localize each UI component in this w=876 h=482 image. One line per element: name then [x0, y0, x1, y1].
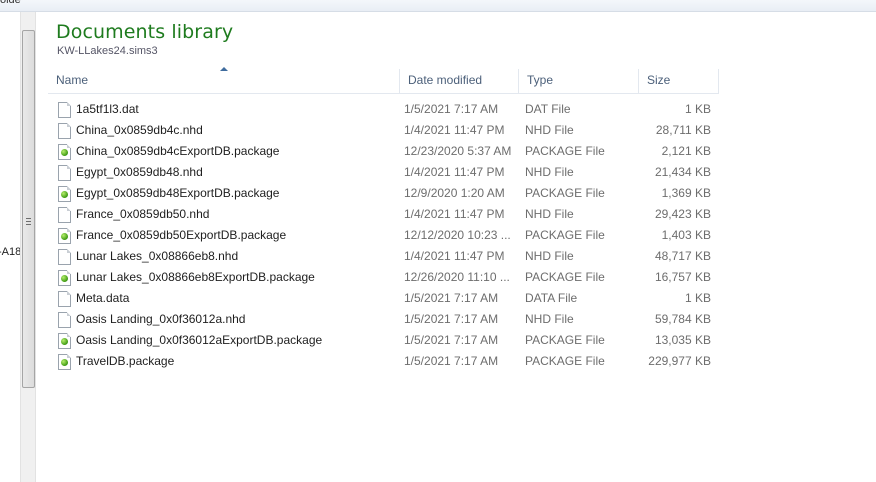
column-header-name[interactable]: Name: [48, 67, 400, 94]
file-date-modified: 12/23/2020 5:37 AM: [404, 144, 512, 158]
file-row[interactable]: France_0x0859db50.nhd 1/4/2021 11:47 PM …: [48, 204, 719, 225]
file-size: 16,757 KB: [654, 270, 711, 284]
column-header-name-label: Name: [56, 73, 89, 87]
file-type: NHD File: [525, 249, 574, 263]
file-row[interactable]: Oasis Landing_0x0f36012a.nhd 1/5/2021 7:…: [48, 309, 719, 330]
file-icon: [58, 207, 71, 223]
file-size: 29,423 KB: [654, 207, 711, 221]
scrollbar-grip-icon: [26, 218, 31, 227]
library-subtitle: KW-LLakes24.sims3: [57, 45, 158, 57]
file-size: 13,035 KB: [654, 333, 711, 347]
file-date-modified: 1/4/2021 11:47 PM: [404, 207, 505, 221]
file-name: Oasis Landing_0x0f36012a.nhd: [76, 312, 246, 326]
file-size: 59,784 KB: [654, 312, 711, 326]
file-date-modified: 1/4/2021 11:47 PM: [404, 249, 505, 263]
file-date-modified: 1/4/2021 11:47 PM: [404, 165, 505, 179]
file-name: Lunar Lakes_0x08866eb8.nhd: [76, 249, 239, 263]
file-date-modified: 1/5/2021 7:17 AM: [404, 312, 499, 326]
file-size: 28,711 KB: [655, 123, 711, 137]
file-size: 21,434 KB: [654, 165, 711, 179]
file-icon: [58, 291, 71, 307]
file-type: PACKAGE File: [525, 333, 605, 347]
file-name: China_0x0859db4cExportDB.package: [76, 144, 280, 158]
file-list-pane: Documents library KW-LLakes24.sims3 Name…: [37, 12, 876, 482]
navigation-item-truncated[interactable]: -A18: [0, 246, 20, 258]
column-header-size[interactable]: Size: [639, 69, 719, 94]
file-name: 1a5tf1l3.dat: [76, 102, 139, 116]
file-name: TravelDB.package: [76, 354, 175, 368]
file-icon: [58, 249, 71, 265]
file-date-modified: 1/5/2021 7:17 AM: [404, 102, 499, 116]
file-size: 1,369 KB: [661, 186, 711, 200]
file-type: NHD File: [525, 207, 574, 221]
file-name: France_0x0859db50ExportDB.package: [76, 228, 287, 242]
file-type: PACKAGE File: [525, 144, 605, 158]
file-size: 1 KB: [684, 102, 711, 116]
file-list: 1a5tf1l3.dat 1/5/2021 7:17 AM DAT File 1…: [48, 99, 719, 372]
file-date-modified: 12/12/2020 10:23 ...: [404, 228, 511, 242]
file-type: NHD File: [525, 312, 574, 326]
library-title: Documents library: [56, 21, 234, 43]
file-name: Meta.data: [76, 291, 130, 305]
package-icon: [58, 228, 71, 244]
file-type: NHD File: [525, 123, 574, 137]
file-type: DATA File: [525, 291, 578, 305]
file-row[interactable]: Oasis Landing_0x0f36012aExportDB.package…: [48, 330, 719, 351]
scrollbar-thumb[interactable]: [22, 30, 35, 388]
column-header-date-label: Date modified: [408, 73, 483, 87]
file-name: Lunar Lakes_0x08866eb8ExportDB.package: [76, 270, 315, 284]
file-type: PACKAGE File: [525, 270, 605, 284]
column-header-date-modified[interactable]: Date modified: [400, 69, 519, 94]
file-size: 48,717 KB: [654, 249, 711, 263]
file-type: DAT File: [525, 102, 571, 116]
file-date-modified: 1/5/2021 7:17 AM: [404, 354, 499, 368]
top-bar-text: olde: [0, 0, 21, 6]
file-row[interactable]: Lunar Lakes_0x08866eb8ExportDB.package 1…: [48, 267, 719, 288]
file-name: France_0x0859db50.nhd: [76, 207, 210, 221]
navigation-pane[interactable]: -A18: [0, 12, 20, 482]
column-header-type[interactable]: Type: [519, 69, 639, 94]
file-size: 1 KB: [684, 291, 711, 305]
file-row[interactable]: Meta.data 1/5/2021 7:17 AM DATA File 1 K…: [48, 288, 719, 309]
file-row[interactable]: 1a5tf1l3.dat 1/5/2021 7:17 AM DAT File 1…: [48, 99, 719, 120]
package-icon: [58, 186, 71, 202]
sort-ascending-icon: [220, 67, 228, 71]
file-name: Egypt_0x0859db48.nhd: [76, 165, 203, 179]
package-icon: [58, 270, 71, 286]
column-header-size-label: Size: [647, 73, 671, 87]
package-icon: [58, 354, 71, 370]
navigation-scrollbar[interactable]: [20, 12, 36, 482]
file-type: PACKAGE File: [525, 354, 605, 368]
file-row[interactable]: France_0x0859db50ExportDB.package 12/12/…: [48, 225, 719, 246]
file-name: Egypt_0x0859db48ExportDB.package: [76, 186, 280, 200]
file-date-modified: 1/5/2021 7:17 AM: [404, 291, 499, 305]
file-icon: [58, 165, 71, 181]
column-header-row: Name Date modified Type Size: [48, 67, 719, 94]
file-row[interactable]: TravelDB.package 1/5/2021 7:17 AM PACKAG…: [48, 351, 719, 372]
file-row[interactable]: Egypt_0x0859db48.nhd 1/4/2021 11:47 PM N…: [48, 162, 719, 183]
file-icon: [58, 312, 71, 328]
column-header-type-label: Type: [527, 73, 554, 87]
file-icon: [58, 123, 71, 139]
file-name: China_0x0859db4c.nhd: [76, 123, 203, 137]
file-size: 2,121 KB: [661, 144, 711, 158]
package-icon: [58, 144, 71, 160]
file-row[interactable]: Egypt_0x0859db48ExportDB.package 12/9/20…: [48, 183, 719, 204]
file-type: PACKAGE File: [525, 186, 605, 200]
file-date-modified: 1/5/2021 7:17 AM: [404, 333, 499, 347]
file-size: 1,403 KB: [661, 228, 711, 242]
file-date-modified: 12/9/2020 1:20 AM: [404, 186, 505, 200]
file-row[interactable]: China_0x0859db4c.nhd 1/4/2021 11:47 PM N…: [48, 120, 719, 141]
file-type: NHD File: [525, 165, 574, 179]
file-size: 229,977 KB: [648, 354, 711, 368]
file-name: Oasis Landing_0x0f36012aExportDB.package: [76, 333, 323, 347]
file-row[interactable]: Lunar Lakes_0x08866eb8.nhd 1/4/2021 11:4…: [48, 246, 719, 267]
window-top-bar: olde: [0, 0, 876, 12]
file-date-modified: 12/26/2020 11:10 ...: [404, 270, 510, 284]
package-icon: [58, 333, 71, 349]
file-type: PACKAGE File: [525, 228, 605, 242]
file-date-modified: 1/4/2021 11:47 PM: [404, 123, 505, 137]
file-row[interactable]: China_0x0859db4cExportDB.package 12/23/2…: [48, 141, 719, 162]
file-icon: [58, 102, 71, 118]
